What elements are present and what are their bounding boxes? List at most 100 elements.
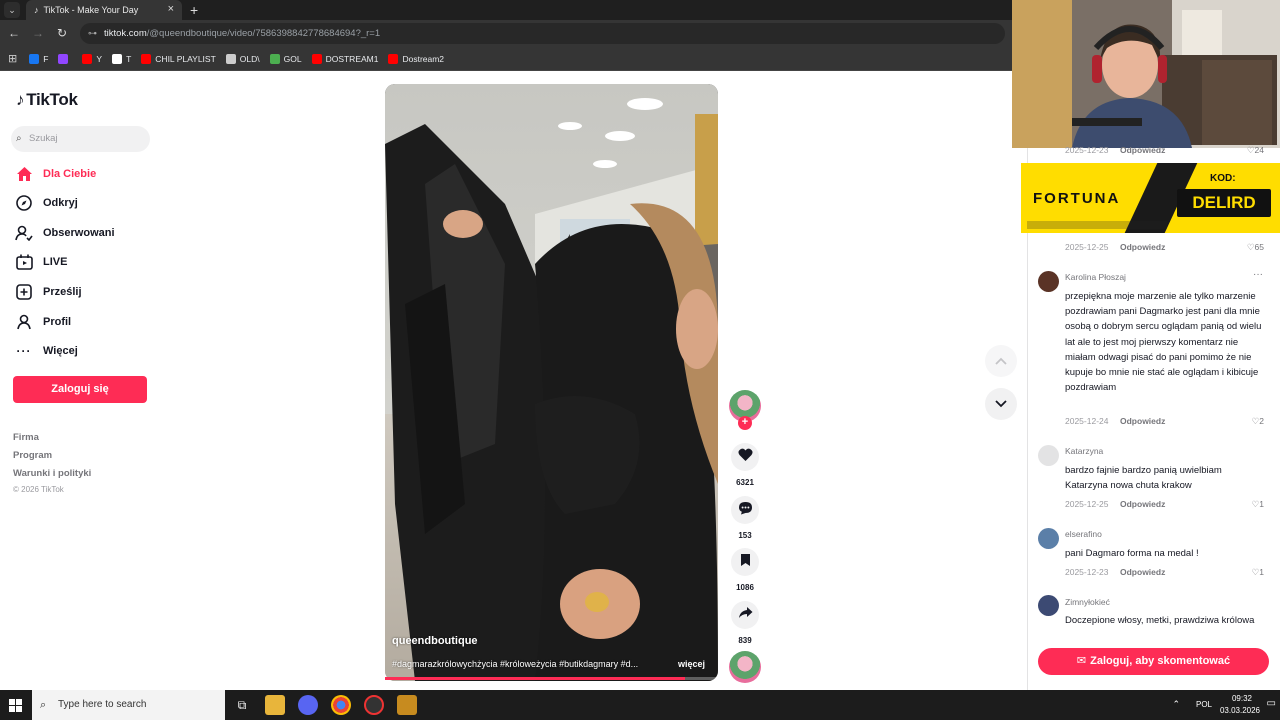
- comment-avatar[interactable]: [1038, 445, 1059, 466]
- reply-link[interactable]: Odpowiedz: [1120, 145, 1165, 155]
- bookmarks-bar: ⊞ F Y T CHIL PLAYLIST OLD\ GOL DOSTREAM1 Dostre…: [0, 47, 1012, 71]
- login-button[interactable]: Zaloguj się: [13, 376, 147, 403]
- video-more-link[interactable]: więcej: [678, 659, 705, 669]
- close-tab-icon[interactable]: ×: [168, 3, 174, 15]
- video-author[interactable]: queendboutique: [392, 635, 478, 647]
- sound-avatar[interactable]: [729, 651, 761, 683]
- bookmark-favicon-icon: [82, 53, 93, 64]
- apps-grid-icon[interactable]: ⊞: [8, 52, 17, 65]
- app-icon[interactable]: [397, 695, 417, 715]
- comment-like-count[interactable]: ♡65: [1234, 242, 1264, 253]
- bookmark-label: Dostream2: [402, 53, 445, 64]
- bookmark-item[interactable]: Dostream2: [388, 53, 445, 64]
- video-progress-bar[interactable]: [385, 677, 718, 680]
- bookmark-favicon-icon: [311, 53, 322, 64]
- comment-author[interactable]: Zimnyłokieć: [1065, 597, 1110, 607]
- nav-item-live[interactable]: LIVE: [14, 252, 67, 272]
- comment-text: bardzo fajnie bardzo panią uwielbiam Kat…: [1065, 465, 1222, 492]
- nav-item-upload[interactable]: Prześlij: [14, 282, 82, 302]
- bookmark-item[interactable]: GOL: [269, 53, 302, 64]
- profile-icon: [14, 312, 34, 332]
- like-button[interactable]: [731, 443, 759, 471]
- windows-taskbar: ⌕ Type here to search ⧉ ⌃ POL 09:32 03.0…: [0, 690, 1280, 720]
- chevron-up-icon[interactable]: ⌃: [1172, 699, 1180, 710]
- back-icon[interactable]: ←: [6, 25, 22, 41]
- forward-icon[interactable]: →: [30, 25, 46, 41]
- bookmark-label: DOSTREAM1: [325, 53, 379, 64]
- reply-link[interactable]: Odpowiedz: [1120, 242, 1165, 252]
- more-options-icon[interactable]: ···: [1253, 269, 1263, 280]
- site-info-icon[interactable]: ⊶: [88, 23, 97, 44]
- home-icon: [14, 164, 34, 184]
- comment-author[interactable]: elserafino: [1065, 529, 1102, 539]
- nav-item-more[interactable]: ··· Więcej: [14, 341, 78, 361]
- bookmark-label: T: [126, 53, 132, 64]
- comment-like-count[interactable]: ♡2: [1234, 416, 1264, 427]
- clock-date[interactable]: 03.03.2026: [1220, 706, 1260, 715]
- task-view-icon[interactable]: ⧉: [232, 695, 252, 715]
- like-count: 6321: [736, 478, 754, 487]
- previous-video-button[interactable]: [985, 345, 1017, 377]
- nav-item-profile[interactable]: Profil: [14, 312, 71, 332]
- login-to-comment-button[interactable]: ✉ Zaloguj, aby skomentować: [1038, 648, 1269, 675]
- more-icon: ···: [16, 344, 32, 358]
- footer-link-program[interactable]: Program: [13, 450, 52, 461]
- reload-icon[interactable]: ↻: [54, 25, 70, 41]
- comment-author[interactable]: Katarzyna: [1065, 446, 1103, 456]
- bookmark-item[interactable]: DOSTREAM1: [311, 53, 379, 64]
- clock-time[interactable]: 09:32: [1232, 694, 1252, 703]
- discord-icon[interactable]: [298, 695, 318, 715]
- footer-link-company[interactable]: Firma: [13, 432, 39, 443]
- nav-label: LIVE: [43, 256, 68, 268]
- comment-like-count[interactable]: ♡1: [1234, 567, 1264, 578]
- chrome-icon[interactable]: [331, 695, 351, 715]
- footer-link-terms[interactable]: Warunki i polityki: [13, 468, 91, 479]
- bookmark-item[interactable]: OLD\: [225, 53, 260, 64]
- nav-item-for-you[interactable]: Dla Ciebie: [14, 164, 96, 184]
- video-player[interactable]: [385, 84, 718, 681]
- bookmark-item[interactable]: F: [29, 53, 48, 64]
- nav-label: Profil: [43, 316, 72, 328]
- bookmark-item[interactable]: CHIL PLAYLIST: [141, 53, 216, 64]
- video-hashtags[interactable]: #dagmarazkrólowychżycia #króloweżycia #b…: [392, 659, 677, 669]
- taskbar-search-placeholder: Type here to search: [58, 699, 147, 710]
- next-video-button[interactable]: [985, 388, 1017, 420]
- comment-avatar[interactable]: [1038, 271, 1059, 292]
- tab-search-icon[interactable]: ⌄: [4, 2, 20, 18]
- nav-item-explore[interactable]: Odkryj: [14, 193, 78, 213]
- nav-item-following[interactable]: Obserwowani: [14, 223, 115, 243]
- obs-icon[interactable]: [364, 695, 384, 715]
- share-button[interactable]: [731, 601, 759, 629]
- language-indicator[interactable]: POL: [1196, 700, 1212, 709]
- bookmark-item[interactable]: T: [112, 53, 132, 64]
- taskbar-search-input[interactable]: ⌕ Type here to search: [32, 690, 225, 720]
- bookmark-label: Y: [96, 53, 103, 64]
- tiktok-logo[interactable]: ♪ TikTok: [16, 90, 78, 110]
- follow-plus-icon[interactable]: +: [738, 416, 752, 430]
- comment-avatar[interactable]: [1038, 528, 1059, 549]
- chevron-up-icon: [995, 352, 1007, 370]
- comment-button[interactable]: [731, 496, 759, 524]
- reply-link[interactable]: Odpowiedz: [1120, 499, 1165, 509]
- bookmark-item[interactable]: [58, 53, 72, 64]
- save-button[interactable]: [731, 548, 759, 576]
- comment-author[interactable]: Karolina Płoszaj: [1065, 272, 1126, 282]
- comment-like-count[interactable]: ♡1: [1234, 499, 1264, 510]
- file-explorer-icon[interactable]: [265, 695, 285, 715]
- video-frame: [385, 84, 718, 681]
- heart-outline-icon: ♡: [1246, 242, 1255, 252]
- comment-date: 2025-12-23: [1065, 145, 1109, 155]
- bookmark-item[interactable]: Y: [82, 53, 103, 64]
- new-tab-icon[interactable]: +: [190, 0, 198, 20]
- browser-tab[interactable]: ♪ TikTok - Make Your Day ×: [26, 0, 182, 20]
- video-progress-fill: [385, 677, 685, 680]
- search-input[interactable]: ⌕ Szukaj: [11, 126, 150, 152]
- reply-link[interactable]: Odpowiedz: [1120, 567, 1165, 577]
- comment-avatar[interactable]: [1038, 595, 1059, 616]
- reply-link[interactable]: Odpowiedz: [1120, 416, 1165, 426]
- notification-icon[interactable]: ▭: [1267, 698, 1276, 709]
- comment-count: 153: [738, 531, 752, 540]
- url-field[interactable]: ⊶ tiktok.com/@queendboutique/video/75863…: [80, 23, 1005, 44]
- comment-like-count[interactable]: ♡24: [1234, 145, 1264, 156]
- windows-start-icon[interactable]: [9, 699, 22, 712]
